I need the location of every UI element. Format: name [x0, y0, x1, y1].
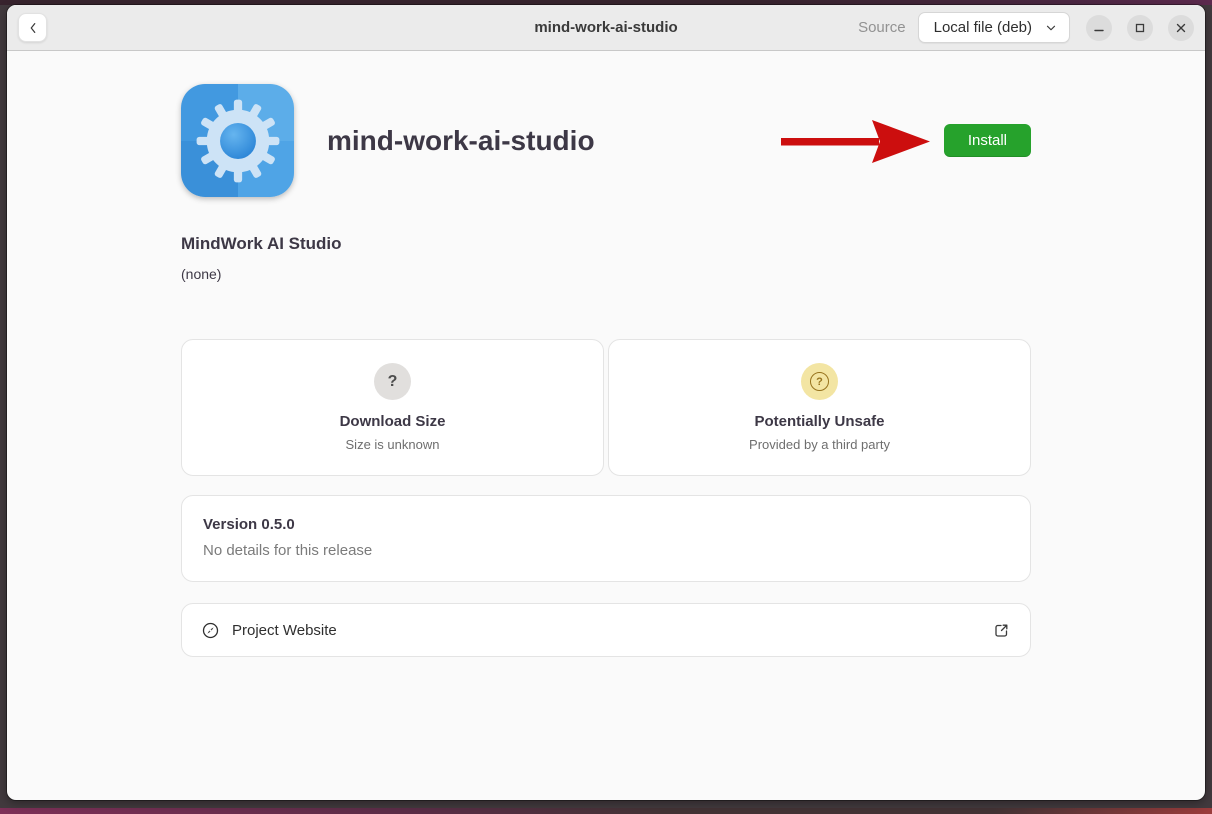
source-dropdown-value: Local file (deb): [934, 19, 1032, 36]
download-size-tile[interactable]: ? Download Size Size is unknown: [181, 339, 604, 476]
window-title: mind-work-ai-studio: [534, 19, 677, 36]
app-icon: [181, 84, 294, 197]
chevron-down-icon: [1044, 21, 1058, 35]
project-website-label: Project Website: [232, 622, 993, 639]
version-card: Version 0.5.0 No details for this releas…: [181, 495, 1031, 582]
annotation-arrow-icon: [781, 117, 931, 165]
close-button[interactable]: [1168, 15, 1194, 41]
install-button[interactable]: Install: [944, 124, 1031, 157]
software-window: mind-work-ai-studio Source Local file (d…: [7, 5, 1205, 800]
question-icon: ?: [374, 363, 411, 400]
window-controls: [1086, 15, 1194, 41]
external-link-icon: [993, 622, 1010, 639]
minimize-button[interactable]: [1086, 15, 1112, 41]
safety-tile[interactable]: ? Potentially Unsafe Provided by a third…: [608, 339, 1031, 476]
maximize-button[interactable]: [1127, 15, 1153, 41]
source-dropdown[interactable]: Local file (deb): [918, 12, 1070, 43]
context-tiles: ? Download Size Size is unknown ? Potent…: [181, 339, 1031, 476]
circled-question-glyph: ?: [810, 372, 829, 391]
tile-title: Download Size: [340, 413, 446, 430]
close-icon: [1175, 22, 1187, 34]
chevron-left-icon: [26, 21, 40, 35]
source-label: Source: [858, 19, 906, 36]
version-title: Version 0.5.0: [203, 516, 1009, 533]
app-title: mind-work-ai-studio: [327, 125, 781, 157]
tile-subtitle: Provided by a third party: [749, 437, 890, 452]
tile-title: Potentially Unsafe: [754, 413, 884, 430]
compass-icon: [202, 622, 219, 639]
developer-name: MindWork AI Studio: [181, 234, 1031, 254]
version-subtitle: No details for this release: [203, 542, 1009, 559]
project-website-row[interactable]: Project Website: [181, 603, 1031, 657]
back-button[interactable]: [18, 13, 47, 42]
tile-subtitle: Size is unknown: [346, 437, 440, 452]
app-header: mind-work-ai-studio Install: [181, 84, 1031, 197]
header-right-group: Source Local file (deb): [858, 12, 1194, 43]
desktop-bottom-strip: [0, 808, 1212, 814]
gear-icon: [192, 95, 284, 187]
app-details-page: mind-work-ai-studio Install MindWork AI …: [181, 84, 1031, 657]
minimize-icon: [1093, 22, 1105, 34]
circled-question-icon: ?: [801, 363, 838, 400]
maximize-icon: [1134, 22, 1146, 34]
license-text: (none): [181, 266, 1031, 282]
question-glyph: ?: [388, 373, 398, 391]
headerbar: mind-work-ai-studio Source Local file (d…: [7, 5, 1205, 51]
